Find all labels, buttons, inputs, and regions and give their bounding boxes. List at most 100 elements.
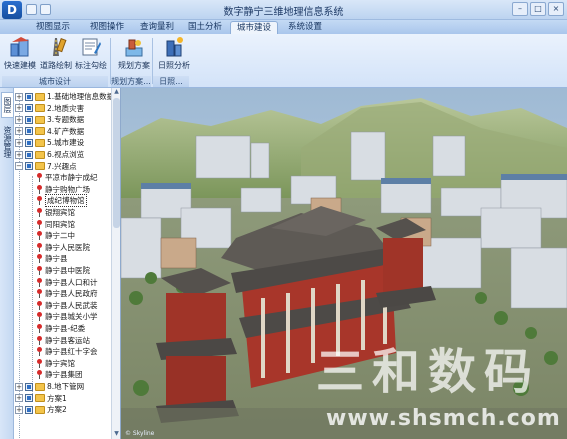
tab-view-display[interactable]: 视图显示 (30, 21, 76, 34)
tree-poi-item[interactable]: 银翔宾馆 (36, 207, 75, 218)
tree-scrollbar[interactable]: ▲ ▼ (111, 88, 120, 439)
tree-poi-item[interactable]: 成纪博物馆 (36, 194, 87, 208)
tree-layer-item[interactable]: +4.矿产数据 (15, 126, 84, 137)
tree-layer-item[interactable]: +2.地质灾害 (15, 103, 84, 114)
tree-item-label: 5.城市建设 (47, 138, 85, 148)
expand-toggle-icon[interactable]: + (15, 104, 23, 113)
layer-checkbox[interactable] (25, 115, 33, 124)
layer-checkbox[interactable] (25, 138, 33, 147)
tree-poi-item[interactable]: 静宁县-纪委 (36, 323, 85, 334)
tree-item-label: 6.视点浏览 (47, 150, 85, 159)
layer-checkbox[interactable] (25, 394, 33, 403)
quick-modeling-button[interactable]: 快速建模 (3, 36, 37, 71)
expand-toggle-icon[interactable]: + (15, 405, 23, 414)
tab-city-construction[interactable]: 城市建设 (230, 21, 278, 34)
expand-toggle-icon[interactable]: + (15, 115, 23, 124)
tree-poi-item[interactable]: 静宁宾馆 (36, 358, 75, 369)
folder-icon (35, 405, 45, 414)
tab-query-measure[interactable]: 查询量利 (134, 21, 180, 34)
group-label-city-design: 城市设计 (2, 76, 108, 87)
tree-poi-item[interactable]: 同阳宾馆 (36, 219, 75, 230)
tree-item-label: 2.地质灾害 (47, 103, 85, 113)
tree-poi-item[interactable]: 静宁县 (36, 253, 68, 264)
window-controls: – □ × (512, 2, 564, 16)
expand-toggle-icon[interactable]: − (15, 162, 23, 171)
tree-item-label: 静宁县人民武装 (45, 300, 98, 310)
tree-item-label: 7.兴趣点 (47, 161, 77, 171)
tree-layer-item[interactable]: +8.地下管网 (15, 381, 84, 392)
scroll-up-arrow-icon[interactable]: ▲ (112, 88, 121, 97)
tree-item-label: 4.矿产数据 (47, 126, 85, 136)
expand-toggle-icon[interactable]: + (15, 138, 23, 147)
tree-layer-item[interactable]: +1.基础地理信息数据 (15, 91, 111, 102)
folder-icon (35, 150, 45, 159)
tree-item-label: 静宁县中医院 (45, 266, 90, 275)
tree-layer-item[interactable]: − 7.兴趣点 (15, 161, 77, 172)
layer-checkbox[interactable] (25, 382, 33, 391)
tree-item-label: 1.基础地理信息数据 (47, 92, 111, 101)
annotation-draw-button[interactable]: 标注勾绘 (74, 36, 108, 71)
layer-checkbox[interactable] (25, 405, 33, 414)
scroll-down-arrow-icon[interactable]: ▼ (112, 430, 121, 439)
tree-poi-item[interactable]: 静宁二中 (36, 230, 75, 241)
tree-item-label: 静宁县城关小学 (45, 312, 98, 322)
map-pin-icon (36, 242, 42, 252)
tree-layer-item[interactable]: +3.专题数据 (15, 114, 84, 125)
tab-land-analysis[interactable]: 国土分析 (182, 21, 228, 34)
layer-checkbox[interactable] (25, 127, 33, 136)
tree-layer-item[interactable]: +5.城市建设 (15, 137, 84, 148)
tree-poi-item[interactable]: 静宁县人民武装 (36, 300, 98, 311)
layer-checkbox[interactable] (25, 150, 33, 159)
expand-toggle-icon[interactable]: + (15, 127, 23, 136)
tab-system-settings[interactable]: 系统设置 (282, 21, 328, 34)
tree-item-label: 静宁二中 (45, 231, 75, 241)
tree-item-label: 同阳宾馆 (45, 219, 75, 229)
watermark-url: www.shsmch.com (326, 406, 561, 431)
map-pin-icon (36, 231, 42, 241)
tree-layer-item[interactable]: + 方案1 (15, 393, 67, 404)
tree-poi-item[interactable]: 静宁县红十字会 (36, 346, 98, 357)
planning-scheme-button[interactable]: 规划方案 (117, 36, 151, 71)
map-pin-icon (36, 254, 42, 264)
map-pin-icon (36, 184, 42, 194)
group-label-planning: 规划方案... (111, 76, 151, 87)
tree-item-label: 静宁县集团 (45, 370, 83, 380)
tree-poi-item[interactable]: 静宁县人民政府 (36, 288, 98, 299)
planning-plan-icon (125, 39, 143, 57)
tree-poi-item[interactable]: 静宁县城关小学 (36, 311, 98, 322)
tree-layer-item[interactable]: + 方案2 (15, 404, 67, 415)
tree-poi-item[interactable]: 静宁县人口和计 (36, 277, 98, 288)
tab-resource-manager[interactable]: 资源管理 (1, 120, 13, 164)
tree-poi-item[interactable]: 静宁县客运站 (36, 335, 90, 346)
tree-item-label: 静宁宾馆 (45, 358, 75, 368)
tree-poi-item[interactable]: 静宁购物广场 (36, 184, 90, 195)
tree-item-label: 银翔宾馆 (45, 208, 75, 217)
tree-layer-item[interactable]: +6.视点浏览 (15, 149, 84, 160)
tree-item-label: 静宁县 (45, 254, 68, 264)
layer-checkbox[interactable] (25, 92, 33, 101)
scroll-thumb[interactable] (113, 98, 120, 228)
tree-poi-item[interactable]: 平凉市静宁成纪 (36, 172, 98, 183)
folder-icon (35, 162, 45, 171)
tree-item-label: 静宁县人口和计 (45, 277, 98, 287)
annotation-icon (82, 38, 101, 56)
expand-toggle-icon[interactable]: + (15, 382, 23, 391)
maximize-button[interactable]: □ (530, 2, 546, 16)
layer-checkbox[interactable] (25, 162, 33, 171)
expand-toggle-icon[interactable]: + (15, 92, 23, 101)
folder-icon (35, 394, 45, 403)
modeling-tools-icon (10, 37, 29, 57)
minimize-button[interactable]: – (512, 2, 528, 16)
tree-poi-item[interactable]: 静宁县中医院 (36, 265, 90, 276)
map-pin-icon (36, 208, 42, 217)
layer-checkbox[interactable] (25, 104, 33, 113)
expand-toggle-icon[interactable]: + (15, 394, 23, 403)
tree-poi-item[interactable]: 静宁人民医院 (36, 242, 90, 253)
tab-view-operation[interactable]: 视图操作 (84, 21, 130, 34)
map-pin-icon (36, 335, 42, 345)
close-button[interactable]: × (548, 2, 564, 16)
tab-layers[interactable]: 图层 (1, 92, 13, 118)
sunlight-analysis-button[interactable]: 日照分析 (157, 36, 191, 71)
expand-toggle-icon[interactable]: + (15, 150, 23, 159)
tree-poi-item[interactable]: 静宁县集团 (36, 369, 83, 380)
